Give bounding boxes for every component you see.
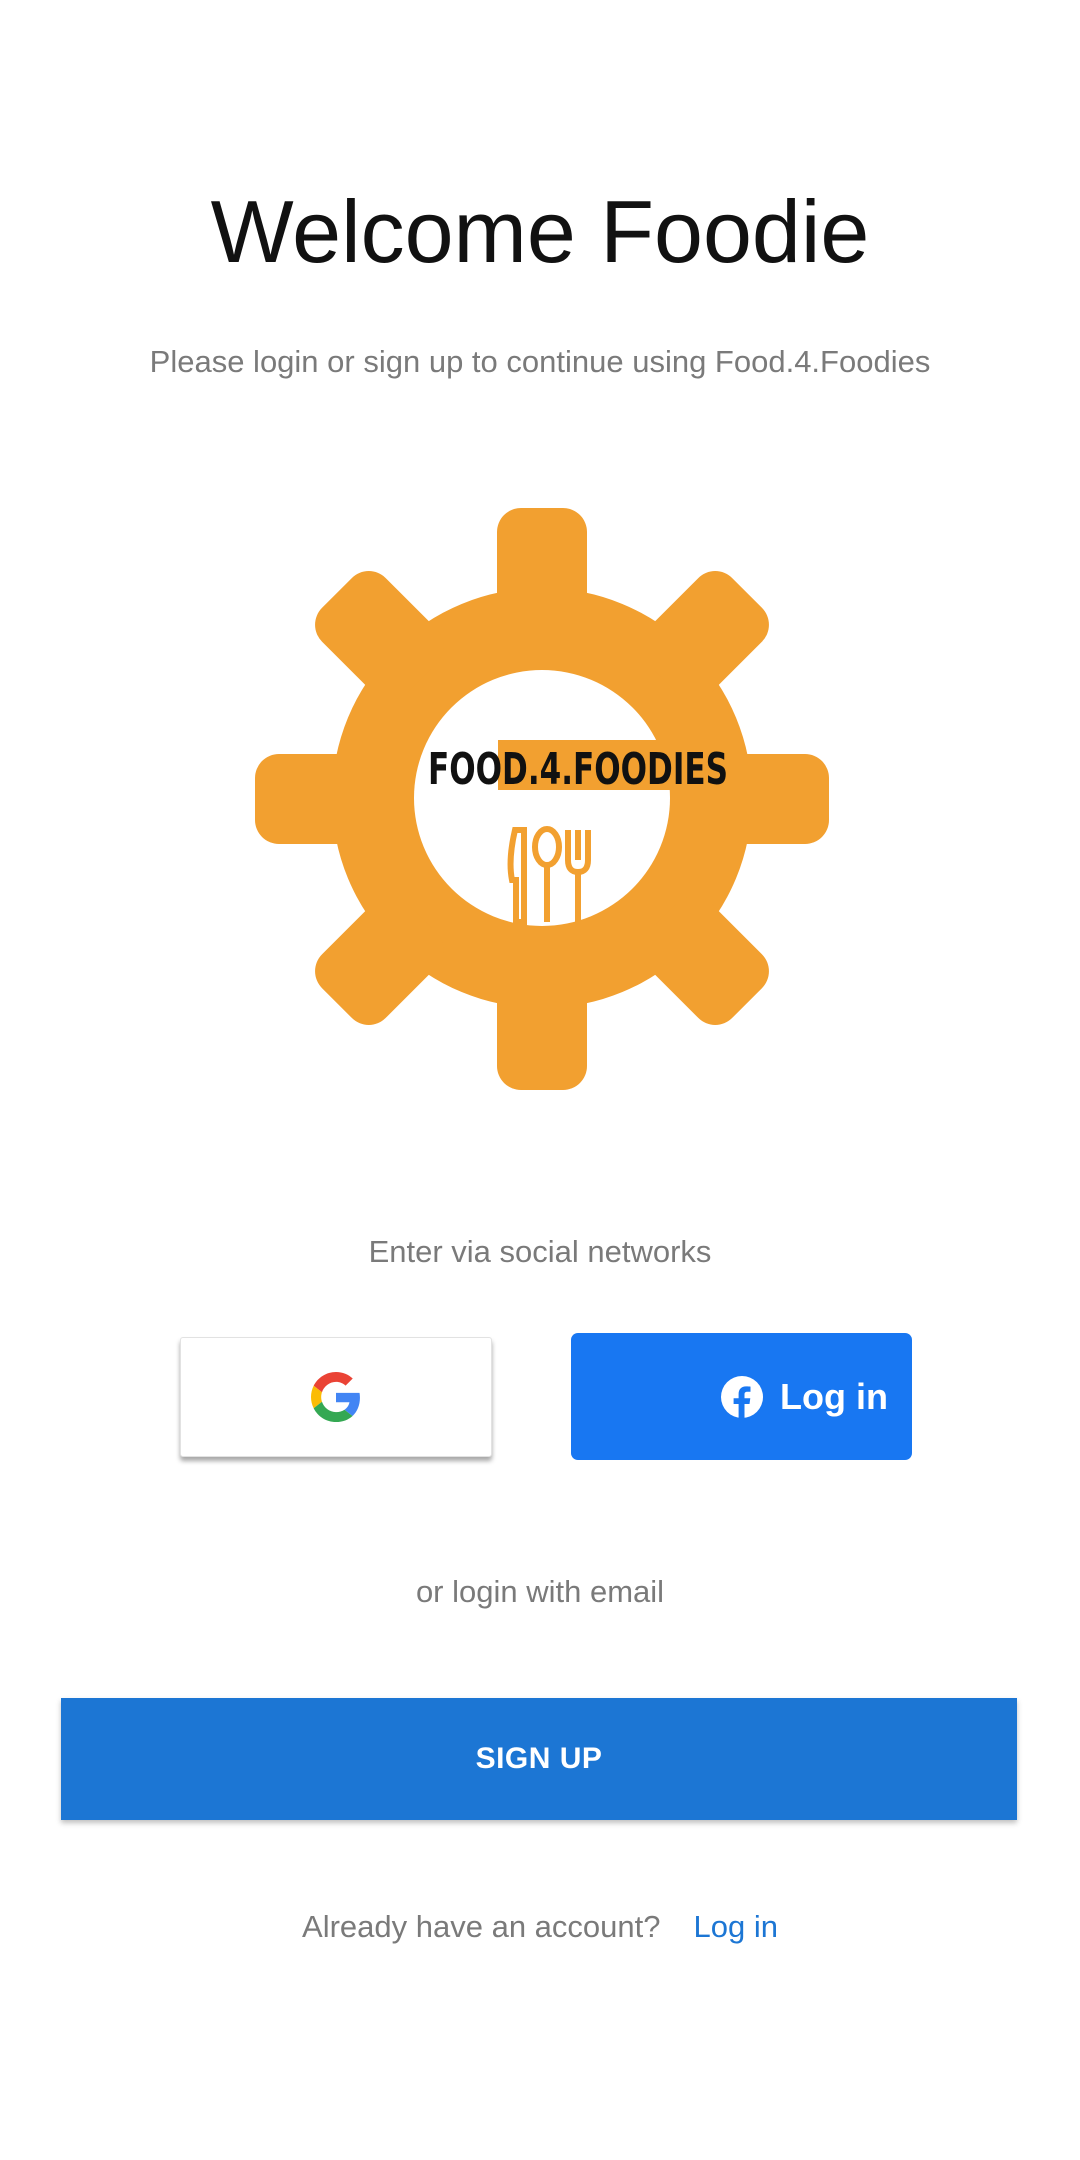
- facebook-icon: [721, 1375, 764, 1419]
- account-prompt-row: Already have an account? Log in: [0, 1905, 1080, 1949]
- email-login-label: or login with email: [415, 1574, 665, 1609]
- page-subtitle: Please login or sign up to continue usin…: [149, 344, 931, 379]
- app-logo: FOOD.4.FOODIES: [255, 508, 829, 1090]
- social-networks-label: Enter via social networks: [368, 1234, 712, 1269]
- login-screen: Welcome Foodie Please login or sign up t…: [0, 0, 1080, 2160]
- account-prompt-text: Already have an account?: [302, 1909, 661, 1944]
- logo-wordmark: FOOD.4.FOODIES: [428, 744, 728, 795]
- login-link[interactable]: Log in: [694, 1905, 778, 1949]
- page-title: Welcome Foodie: [210, 182, 870, 281]
- facebook-login-button[interactable]: Log in: [571, 1333, 912, 1460]
- signup-button[interactable]: SIGN UP: [61, 1698, 1017, 1820]
- google-g-icon: [311, 1372, 360, 1422]
- signup-button-label: SIGN UP: [475, 1742, 603, 1775]
- google-signin-button[interactable]: [180, 1337, 492, 1457]
- facebook-login-label: Log in: [780, 1375, 888, 1417]
